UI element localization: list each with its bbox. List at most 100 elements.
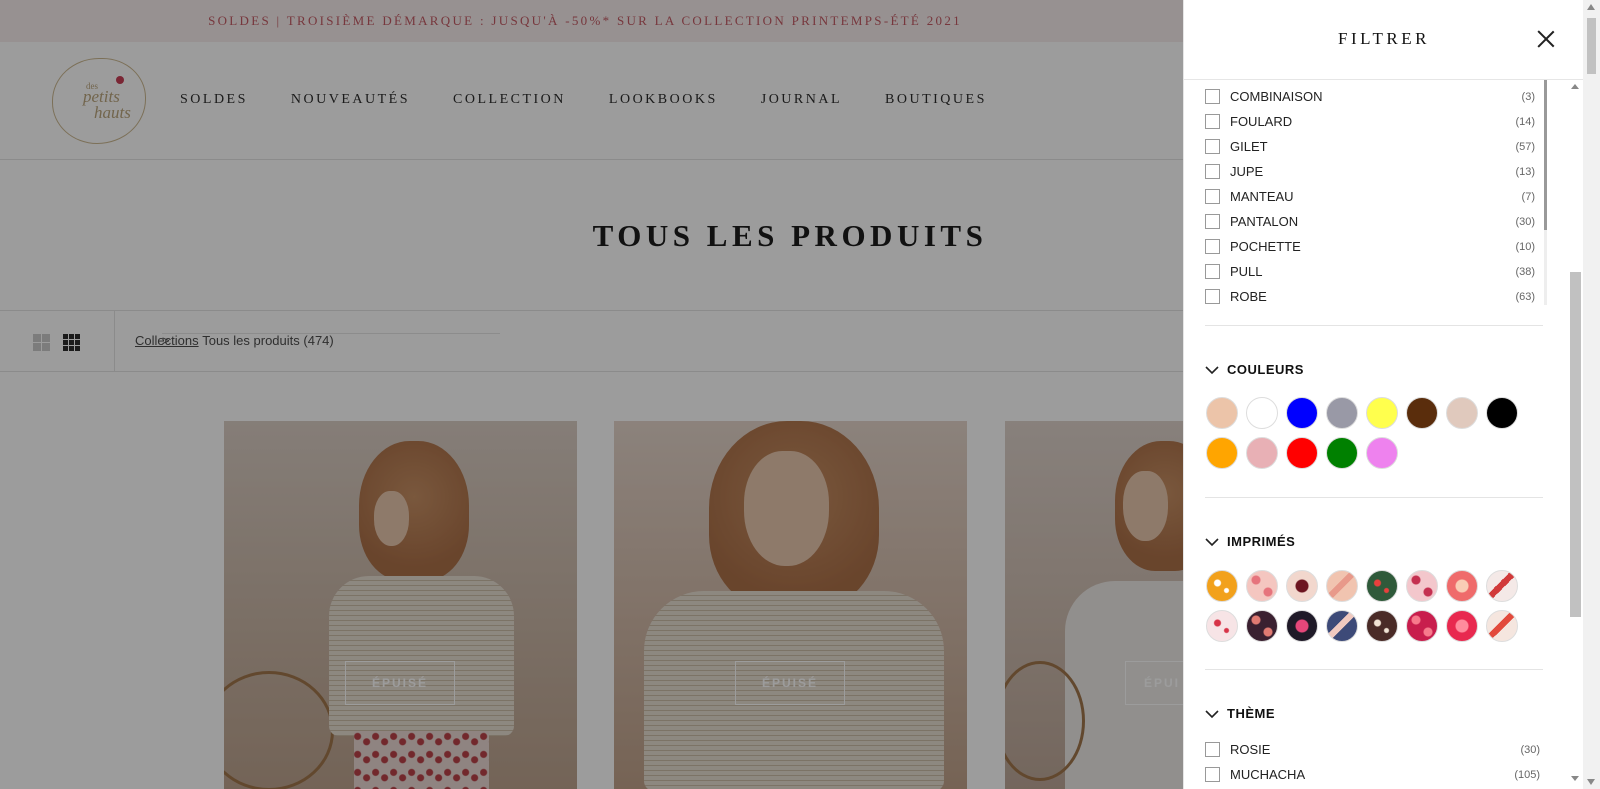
checkbox[interactable] (1205, 114, 1220, 129)
print-swatch[interactable] (1206, 610, 1238, 642)
theme-list: ROSIE (30) MUCHACHA (105) (1205, 737, 1540, 787)
filter-drawer-header: FILTRER (1184, 0, 1584, 80)
color-swatch[interactable] (1406, 397, 1438, 429)
print-swatch[interactable] (1486, 610, 1518, 642)
filter-option-rosie[interactable]: ROSIE (30) (1205, 737, 1540, 762)
option-count: (38) (1515, 265, 1535, 278)
print-swatch[interactable] (1446, 610, 1478, 642)
filter-option-muchacha[interactable]: MUCHACHA (105) (1205, 762, 1540, 787)
option-label: PANTALON (1230, 214, 1299, 229)
theme-section-title: THÈME (1227, 706, 1275, 721)
option-label: COMBINAISON (1230, 89, 1323, 104)
option-count: (3) (1521, 90, 1535, 103)
checkbox[interactable] (1205, 89, 1220, 104)
option-count: (63) (1515, 290, 1535, 303)
filter-title: FILTRER (1338, 29, 1430, 48)
print-swatch[interactable] (1246, 570, 1278, 602)
checkbox[interactable] (1205, 239, 1220, 254)
option-count: (7) (1521, 190, 1535, 203)
section-divider (1205, 325, 1543, 326)
checkbox[interactable] (1205, 742, 1220, 757)
print-swatch[interactable] (1326, 610, 1358, 642)
section-divider (1205, 497, 1543, 498)
option-label: ROSIE (1230, 742, 1271, 757)
color-swatch[interactable] (1326, 437, 1358, 469)
option-label: MUCHACHA (1230, 767, 1306, 782)
filter-option-manteau[interactable]: MANTEAU (7) (1205, 184, 1535, 209)
print-swatch[interactable] (1326, 570, 1358, 602)
drawer-scroll-down-icon[interactable] (1571, 776, 1579, 781)
color-swatch[interactable] (1326, 397, 1358, 429)
option-label: ROBE (1230, 289, 1267, 304)
option-count: (30) (1515, 215, 1535, 228)
checkbox[interactable] (1205, 214, 1220, 229)
color-swatch[interactable] (1366, 397, 1398, 429)
option-label: MANTEAU (1230, 189, 1294, 204)
print-swatch[interactable] (1286, 570, 1318, 602)
filter-option-robe[interactable]: ROBE (63) (1205, 284, 1535, 309)
prints-section-title: IMPRIMÉS (1227, 534, 1296, 549)
filter-option-jupe[interactable]: JUPE (13) (1205, 159, 1535, 184)
print-swatch[interactable] (1446, 570, 1478, 602)
prints-section-header[interactable]: IMPRIMÉS (1205, 534, 1295, 549)
checkbox[interactable] (1205, 164, 1220, 179)
close-icon[interactable] (1537, 30, 1555, 48)
colors-section-title: COULEURS (1227, 362, 1304, 377)
color-swatch[interactable] (1246, 397, 1278, 429)
chevron-down-icon (1205, 709, 1219, 718)
checkbox[interactable] (1205, 289, 1220, 304)
print-swatch[interactable] (1286, 610, 1318, 642)
option-label: PULL (1230, 264, 1263, 279)
print-swatch[interactable] (1366, 610, 1398, 642)
print-swatch[interactable] (1486, 570, 1518, 602)
print-swatch[interactable] (1206, 570, 1238, 602)
checkbox[interactable] (1205, 767, 1220, 782)
drawer-backdrop[interactable] (0, 0, 1183, 789)
checkbox[interactable] (1205, 264, 1220, 279)
scroll-up-icon[interactable] (1587, 4, 1595, 10)
scroll-down-icon[interactable] (1587, 779, 1595, 785)
option-label: POCHETTE (1230, 239, 1301, 254)
filter-option-pochette[interactable]: POCHETTE (10) (1205, 234, 1535, 259)
filter-option-gilet[interactable]: GILET (57) (1205, 134, 1535, 159)
colors-section-header[interactable]: COULEURS (1205, 362, 1304, 377)
checkbox[interactable] (1205, 139, 1220, 154)
color-swatch[interactable] (1286, 437, 1318, 469)
color-swatch[interactable] (1286, 397, 1318, 429)
color-swatch[interactable] (1486, 397, 1518, 429)
product-type-list: COMBINAISON (3) FOULARD (14) GILET (57) JUP… (1205, 84, 1535, 309)
print-swatch-grid (1206, 570, 1518, 642)
option-count: (10) (1515, 240, 1535, 253)
print-swatch[interactable] (1366, 570, 1398, 602)
print-swatch[interactable] (1246, 610, 1278, 642)
theme-section-header[interactable]: THÈME (1205, 706, 1275, 721)
option-count: (57) (1515, 140, 1535, 153)
print-swatch[interactable] (1406, 610, 1438, 642)
filter-option-pull[interactable]: PULL (38) (1205, 259, 1535, 284)
color-swatch[interactable] (1206, 437, 1238, 469)
option-label: FOULARD (1230, 114, 1293, 129)
option-count: (14) (1515, 115, 1535, 128)
option-label: GILET (1230, 139, 1268, 154)
option-count: (105) (1514, 768, 1540, 781)
drawer-scrollbar-thumb[interactable] (1570, 272, 1581, 617)
color-swatch[interactable] (1206, 397, 1238, 429)
section-divider (1205, 669, 1543, 670)
filter-option-combinaison[interactable]: COMBINAISON (3) (1205, 84, 1535, 109)
color-swatch[interactable] (1446, 397, 1478, 429)
color-swatch[interactable] (1246, 437, 1278, 469)
type-list-scroll-thumb[interactable] (1544, 80, 1547, 230)
filter-drawer: FILTRER COMBINAISON (3) FOULARD (14) GILET… (1183, 0, 1584, 789)
filter-option-pantalon[interactable]: PANTALON (30) (1205, 209, 1535, 234)
filter-option-foulard[interactable]: FOULARD (14) (1205, 109, 1535, 134)
option-label: JUPE (1230, 164, 1264, 179)
drawer-scroll-up-icon[interactable] (1571, 84, 1579, 89)
option-count: (30) (1520, 743, 1540, 756)
window-scrollbar[interactable] (1583, 0, 1600, 789)
checkbox[interactable] (1205, 189, 1220, 204)
color-swatch[interactable] (1366, 437, 1398, 469)
chevron-down-icon (1205, 537, 1219, 546)
chevron-down-icon (1205, 365, 1219, 374)
print-swatch[interactable] (1406, 570, 1438, 602)
window-scroll-thumb[interactable] (1587, 18, 1596, 74)
